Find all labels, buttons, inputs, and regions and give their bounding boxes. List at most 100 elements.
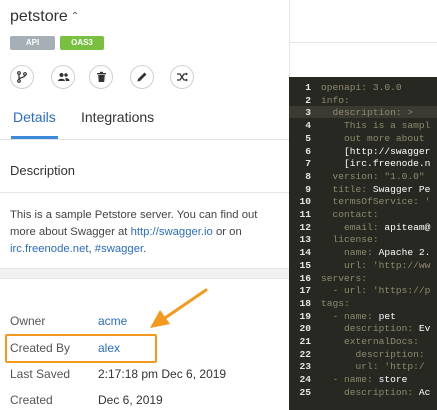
line-number: 17 [299, 285, 311, 297]
code-line[interactable]: description: Ac [321, 387, 430, 398]
code-line[interactable]: title: Swagger Pe [321, 183, 431, 195]
code-line[interactable]: url: 'http:/ [321, 361, 425, 372]
code-token: store [378, 374, 408, 386]
line-number: 20 [299, 323, 311, 335]
code-token: > [407, 107, 414, 119]
code-token: termsOfService: [321, 196, 425, 208]
description-text: This is a sample Petstore server. You ca… [10, 207, 285, 258]
code-token: out more about [321, 132, 431, 144]
owner-label: Owner [10, 314, 46, 328]
code-token: This is a sampl [321, 120, 431, 132]
delete-icon [96, 71, 106, 82]
created-by-highlight [5, 334, 157, 363]
line-number: 6 [305, 145, 311, 157]
code-line[interactable]: servers: [321, 273, 367, 284]
code-token: - name: [321, 374, 379, 386]
code-token: [http://swagger [321, 145, 431, 157]
line-number: 15 [299, 259, 311, 271]
code-token: tags: [321, 297, 350, 309]
code-line[interactable]: - url: 'https://p [321, 285, 431, 297]
code-token: [irc.freenode.n [321, 158, 431, 170]
oas-version-badge: OAS3 [60, 36, 104, 50]
code-line[interactable]: url: 'http://ww [321, 260, 430, 271]
code-line[interactable]: This is a sampl [321, 120, 430, 131]
api-type-badge: API [10, 36, 55, 50]
code-token: 'http:/ [384, 361, 425, 373]
code-line[interactable]: name: Apache 2. [321, 247, 430, 258]
api-detail-panel: petstore ⌃ API OAS3 Details Integrations … [0, 0, 289, 410]
code-token: ' [424, 196, 431, 208]
code-token: 'https://p [372, 285, 431, 297]
line-number: 1 [305, 82, 311, 93]
swagger-channel-link[interactable]: #swagger [95, 243, 143, 255]
code-token: description: [321, 323, 419, 335]
code-token: 'http://ww [372, 259, 431, 271]
code-line[interactable]: email: apiteam@ [321, 222, 430, 233]
code-token: version: [321, 170, 385, 182]
toolbar-divider [290, 42, 437, 43]
line-number: 4 [305, 120, 311, 132]
code-token: pet [378, 310, 396, 322]
line-number: 12 [299, 221, 311, 233]
code-token: 3.0.0 [372, 82, 402, 93]
team-button[interactable] [51, 65, 75, 89]
edit-button[interactable] [130, 65, 154, 89]
shuffle-icon [176, 72, 188, 82]
team-icon [57, 73, 69, 81]
active-tab-indicator [11, 136, 58, 139]
created-label: Created [10, 393, 53, 407]
code-token: url: [321, 259, 373, 271]
code-line[interactable]: termsOfService: ' [321, 196, 431, 208]
code-token: Ac [418, 386, 431, 398]
line-number: 24 [299, 374, 311, 386]
created-value: Dec 6, 2019 [98, 393, 163, 407]
code-line[interactable]: out more about [321, 133, 430, 144]
code-editor[interactable]: 1 openapi: 3.0.0 2 info: 3 description: >4 T… [289, 77, 437, 410]
code-line[interactable]: info: [321, 95, 350, 106]
line-number: 8 [305, 170, 311, 182]
code-line[interactable]: [irc.freenode.n [321, 158, 430, 169]
irc-link[interactable]: irc.freenode.net [10, 243, 89, 255]
code-line[interactable]: openapi: 3.0.0 [321, 82, 402, 93]
code-line[interactable]: description: Ev [321, 323, 430, 334]
line-number: 11 [299, 209, 311, 220]
code-token: title: [321, 183, 373, 195]
line-number: 22 [299, 348, 311, 360]
code-token: Ev [418, 323, 431, 335]
api-title-text: petstore [10, 8, 68, 25]
swagger-link[interactable]: http://swagger.io [131, 226, 213, 238]
code-line[interactable]: version: "1.0.0" [321, 171, 425, 182]
code-token: description: [321, 348, 431, 360]
section-band [0, 268, 289, 279]
code-line[interactable]: license: [321, 234, 379, 245]
code-token: apiteam@ [384, 221, 431, 233]
code-token: servers: [321, 272, 368, 284]
section-divider [0, 192, 289, 193]
code-line[interactable]: - name: store [321, 374, 408, 386]
last-saved-value: 2:17:18 pm Dec 6, 2019 [98, 367, 227, 381]
code-token: email: [321, 221, 385, 233]
tab-integrations[interactable]: Integrations [81, 109, 154, 125]
code-token: name: [321, 247, 379, 259]
owner-link[interactable]: acme [98, 314, 127, 328]
code-line[interactable]: contact: [321, 209, 379, 220]
fork-button[interactable] [10, 65, 34, 89]
code-line[interactable]: - name: pet [321, 311, 396, 322]
shuffle-button[interactable] [170, 65, 194, 89]
caret-up-icon[interactable]: ⌃ [71, 11, 79, 22]
last-saved-label: Last Saved [10, 367, 71, 381]
tab-details[interactable]: Details [13, 109, 56, 125]
edit-icon [137, 72, 147, 82]
code-token: externalDocs: [321, 336, 419, 347]
code-line[interactable]: description: [321, 349, 430, 360]
code-line[interactable]: description: > [321, 107, 414, 119]
api-title[interactable]: petstore ⌃ [10, 8, 79, 26]
code-line[interactable]: externalDocs: [321, 336, 419, 347]
code-line[interactable]: tags: [321, 298, 350, 309]
code-token: - url: [321, 285, 373, 297]
code-line[interactable]: [http://swagger [321, 146, 430, 157]
code-token: description: [321, 386, 419, 398]
code-token: - name: [321, 310, 379, 322]
delete-button[interactable] [89, 65, 113, 89]
line-number: 14 [299, 247, 311, 259]
